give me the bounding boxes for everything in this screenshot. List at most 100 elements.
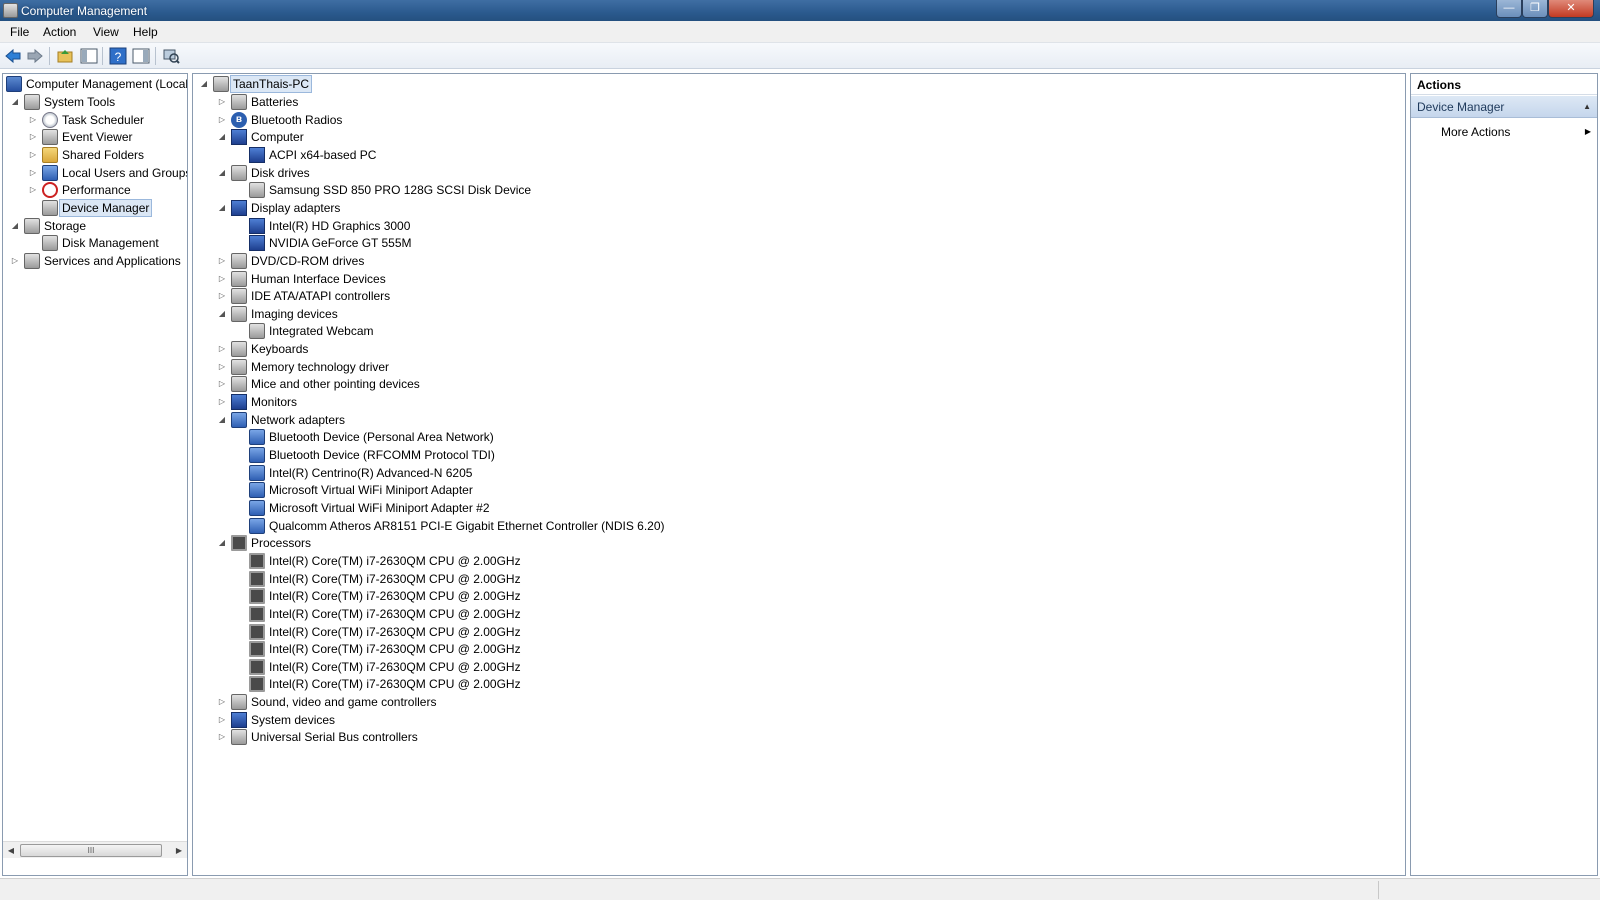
collapsed-arrow-icon[interactable]: ▷ — [28, 181, 38, 199]
tree-item-services-applications[interactable]: ▷ Services and Applications — [3, 252, 187, 270]
device-item[interactable]: Samsung SSD 850 PRO 128G SCSI Disk Devic… — [193, 181, 1193, 199]
expanded-arrow-icon[interactable]: ◢ — [10, 217, 20, 235]
collapsed-arrow-icon[interactable]: ▷ — [217, 711, 227, 729]
device-item[interactable]: Intel(R) Centrino(R) Advanced-N 6205 — [193, 464, 1193, 482]
collapsed-arrow-icon[interactable]: ▷ — [28, 164, 38, 182]
tree-item-system-tools[interactable]: ◢ System Tools — [3, 93, 187, 111]
tree-item-computer-management[interactable]: Computer Management (Local — [3, 75, 187, 93]
forward-arrow-icon[interactable] — [26, 47, 44, 65]
menu-file[interactable]: File — [10, 25, 29, 39]
device-category[interactable]: ◢ Network adapters — [193, 411, 1193, 429]
collapsed-arrow-icon[interactable]: ▷ — [217, 693, 227, 711]
expanded-arrow-icon[interactable]: ◢ — [217, 199, 227, 217]
horizontal-scrollbar[interactable]: ◀ III ▶ — [3, 841, 187, 858]
device-item[interactable]: Intel(R) Core(TM) i7-2630QM CPU @ 2.00GH… — [193, 658, 1193, 676]
device-category[interactable]: ◢ Processors — [193, 534, 1193, 552]
device-category[interactable]: ▷ DVD/CD-ROM drives — [193, 252, 1193, 270]
close-button[interactable]: ✕ — [1548, 0, 1594, 18]
expanded-arrow-icon[interactable]: ◢ — [10, 93, 20, 111]
help-icon[interactable]: ? — [109, 47, 127, 65]
expanded-arrow-icon[interactable]: ◢ — [217, 164, 227, 182]
device-category[interactable]: ◢ Disk drives — [193, 164, 1193, 182]
collapsed-arrow-icon[interactable]: ▷ — [10, 252, 20, 270]
collapsed-arrow-icon[interactable]: ▷ — [217, 728, 227, 746]
device-item[interactable]: Bluetooth Device (RFCOMM Protocol TDI) — [193, 446, 1193, 464]
collapsed-arrow-icon[interactable]: ▷ — [217, 93, 227, 111]
expanded-arrow-icon[interactable]: ◢ — [217, 411, 227, 429]
collapsed-arrow-icon[interactable]: ▷ — [217, 270, 227, 288]
tree-item-local-users-groups[interactable]: ▷ Local Users and Groups — [3, 164, 187, 182]
device-category[interactable]: ▷ Memory technology driver — [193, 358, 1193, 376]
device-category[interactable]: ▷ Human Interface Devices — [193, 270, 1193, 288]
collapsed-arrow-icon[interactable]: ▷ — [217, 393, 227, 411]
device-item[interactable]: Microsoft Virtual WiFi Miniport Adapter … — [193, 499, 1193, 517]
device-item[interactable]: Intel(R) HD Graphics 3000 — [193, 217, 1193, 235]
scroll-right-arrow-icon[interactable]: ▶ — [172, 844, 186, 857]
tree-item-event-viewer[interactable]: ▷ Event Viewer — [3, 128, 187, 146]
device-item[interactable]: Intel(R) Core(TM) i7-2630QM CPU @ 2.00GH… — [193, 605, 1193, 623]
tree-item-performance[interactable]: ▷ Performance — [3, 181, 187, 199]
device-category[interactable]: ▷ IDE ATA/ATAPI controllers — [193, 287, 1193, 305]
device-item[interactable]: Intel(R) Core(TM) i7-2630QM CPU @ 2.00GH… — [193, 623, 1193, 641]
device-category[interactable]: ▷ Sound, video and game controllers — [193, 693, 1193, 711]
up-folder-icon[interactable] — [56, 47, 74, 65]
device-category[interactable]: ◢ Display adapters — [193, 199, 1193, 217]
device-item[interactable]: ACPI x64-based PC — [193, 146, 1193, 164]
collapsed-arrow-icon[interactable]: ▷ — [217, 340, 227, 358]
actions-section-device-manager[interactable]: Device Manager ▲ — [1411, 96, 1597, 118]
device-label: Intel(R) Core(TM) i7-2630QM CPU @ 2.00GH… — [269, 589, 521, 603]
device-category[interactable]: ▷ ʙ Bluetooth Radios — [193, 111, 1193, 129]
device-category[interactable]: ▷ System devices — [193, 711, 1193, 729]
tree-item-device-manager[interactable]: Device Manager — [3, 199, 187, 217]
device-item[interactable]: Integrated Webcam — [193, 322, 1193, 340]
device-item[interactable]: Intel(R) Core(TM) i7-2630QM CPU @ 2.00GH… — [193, 552, 1193, 570]
back-arrow-icon[interactable] — [4, 47, 22, 65]
minimize-button[interactable]: — — [1496, 0, 1522, 18]
restore-button[interactable]: ❐ — [1522, 0, 1548, 18]
expanded-arrow-icon[interactable]: ◢ — [217, 534, 227, 552]
device-tree-root[interactable]: ◢ TaanThais-PC — [193, 75, 793, 93]
more-actions-item[interactable]: More Actions ▶ — [1411, 122, 1597, 142]
device-item[interactable]: Intel(R) Core(TM) i7-2630QM CPU @ 2.00GH… — [193, 640, 1193, 658]
device-item[interactable]: Intel(R) Core(TM) i7-2630QM CPU @ 2.00GH… — [193, 570, 1193, 588]
device-category[interactable]: ▷ Monitors — [193, 393, 1193, 411]
show-hide-action-pane-icon[interactable] — [132, 47, 150, 65]
tree-item-task-scheduler[interactable]: ▷ Task Scheduler — [3, 111, 187, 129]
device-category[interactable]: ◢ Imaging devices — [193, 305, 1193, 323]
expanded-arrow-icon[interactable]: ◢ — [199, 75, 209, 93]
expanded-arrow-icon[interactable]: ◢ — [217, 305, 227, 323]
collapsed-arrow-icon[interactable]: ▷ — [28, 111, 38, 129]
collapsed-arrow-icon[interactable]: ▷ — [28, 128, 38, 146]
collapsed-arrow-icon[interactable]: ▷ — [217, 111, 227, 129]
collapsed-arrow-icon[interactable]: ▷ — [217, 375, 227, 393]
expanded-arrow-icon[interactable]: ◢ — [217, 128, 227, 146]
collapsed-arrow-icon[interactable]: ▷ — [217, 252, 227, 270]
menu-help[interactable]: Help — [133, 25, 158, 39]
device-item[interactable]: NVIDIA GeForce GT 555M — [193, 234, 1193, 252]
battery-icon — [231, 94, 247, 110]
show-hide-console-tree-icon[interactable] — [80, 47, 98, 65]
collapsed-arrow-icon[interactable]: ▷ — [28, 146, 38, 164]
collapse-up-arrow-icon[interactable]: ▲ — [1583, 102, 1591, 111]
scroll-left-arrow-icon[interactable]: ◀ — [4, 844, 18, 857]
device-label: Bluetooth Device (RFCOMM Protocol TDI) — [269, 448, 495, 462]
tree-item-disk-management[interactable]: Disk Management — [3, 234, 187, 252]
device-item[interactable]: Intel(R) Core(TM) i7-2630QM CPU @ 2.00GH… — [193, 587, 1193, 605]
device-category[interactable]: ▷ Batteries — [193, 93, 1193, 111]
scan-hardware-icon[interactable] — [162, 47, 180, 65]
tree-item-shared-folders[interactable]: ▷ Shared Folders — [3, 146, 187, 164]
device-category[interactable]: ▷ Mice and other pointing devices — [193, 375, 1193, 393]
collapsed-arrow-icon[interactable]: ▷ — [217, 358, 227, 376]
device-item[interactable]: Microsoft Virtual WiFi Miniport Adapter — [193, 481, 1193, 499]
device-category[interactable]: ◢ Computer — [193, 128, 1193, 146]
device-item[interactable]: Qualcomm Atheros AR8151 PCI-E Gigabit Et… — [193, 517, 1193, 535]
collapsed-arrow-icon[interactable]: ▷ — [217, 287, 227, 305]
device-category[interactable]: ▷ Universal Serial Bus controllers — [193, 728, 1193, 746]
device-item[interactable]: Bluetooth Device (Personal Area Network) — [193, 428, 1193, 446]
menu-action[interactable]: Action — [43, 25, 76, 39]
device-category[interactable]: ▷ Keyboards — [193, 340, 1193, 358]
device-item[interactable]: Intel(R) Core(TM) i7-2630QM CPU @ 2.00GH… — [193, 675, 1193, 693]
tree-item-storage[interactable]: ◢ Storage — [3, 217, 187, 235]
scrollbar-thumb[interactable]: III — [20, 844, 162, 857]
menu-view[interactable]: View — [93, 25, 119, 39]
